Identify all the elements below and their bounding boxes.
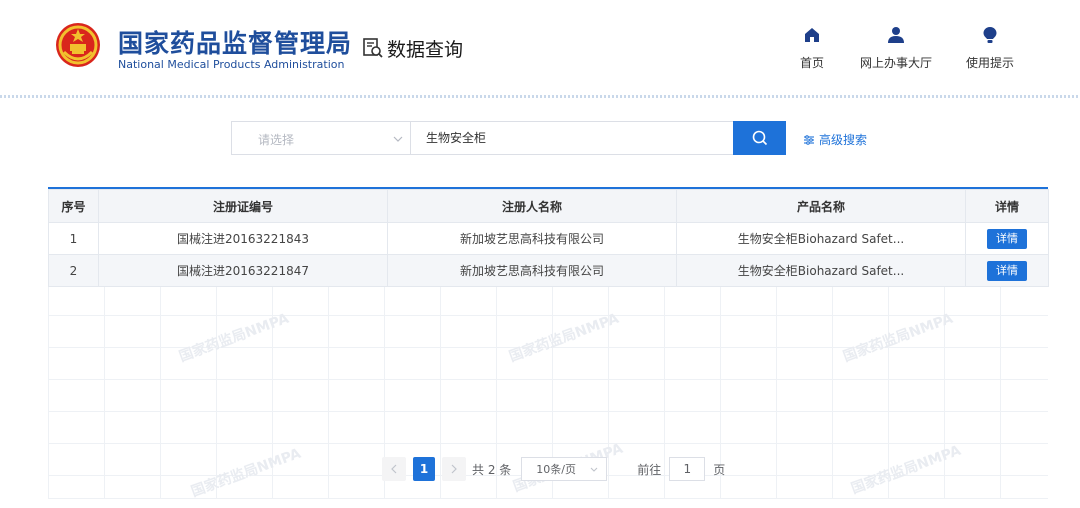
next-page-button[interactable] [442,457,466,481]
home-icon [805,28,819,42]
detail-button[interactable]: 详情 [987,260,1027,281]
detail-button[interactable]: 详情 [987,228,1027,249]
watermark: 国家药监局NMPA [849,442,964,498]
national-emblem-icon [56,23,100,67]
chevron-right-icon [451,464,457,474]
cell-detail: 详情 [965,222,1049,255]
nav-usage-tips[interactable]: 使用提示 [945,26,1035,71]
org-name-en: National Medical Products Administration [118,58,345,71]
column-header-index: 序号 [48,189,99,223]
cell-product: 生物安全柜Biohazard Safet... [676,222,966,255]
watermark: 国家药监局NMPA [189,445,304,501]
chevron-left-icon [391,464,397,474]
table-header-row: 序号 注册证编号 注册人名称 产品名称 详情 [48,189,1049,223]
category-select[interactable]: 请选择 [231,121,411,155]
column-header-reg-no: 注册证编号 [98,189,388,223]
org-name-cn: 国家药品监督管理局 [118,29,353,58]
site-header: 国家药品监督管理局 National Medical Products Admi… [0,0,1080,96]
cell-product: 生物安全柜Biohazard Safet... [676,254,966,287]
nav-home-label: 首页 [799,56,824,70]
filter-sliders-icon [804,134,814,145]
column-header-product: 产品名称 [676,189,966,223]
search-button[interactable] [733,121,786,155]
advanced-search-label: 高级搜索 [819,133,868,147]
results-table: 序号 注册证编号 注册人名称 产品名称 详情 1 国械注进20163221843… [48,189,1049,287]
table-row: 2 国械注进20163221847 新加坡艺思高科技有限公司 生物安全柜Bioh… [48,254,1049,287]
advanced-search-link[interactable]: 高级搜索 [803,131,867,148]
page-size-select[interactable]: 10条/页 [521,457,608,481]
goto-label: 前往 [637,462,662,477]
watermark: 国家药监局NMPA [177,310,292,366]
cell-registrant: 新加坡艺思高科技有限公司 [387,222,677,255]
column-header-registrant: 注册人名称 [387,189,677,223]
search-input[interactable]: 生物安全柜 [410,121,734,155]
watermark: 国家药监局NMPA [841,310,956,366]
cell-reg-no: 国械注进20163221843 [98,222,388,255]
nav-online-service-hall[interactable]: 网上办事大厅 [851,26,941,71]
search-icon [752,130,767,146]
nav-online-service-hall-label: 网上办事大厅 [859,56,932,70]
person-icon [888,27,904,43]
cell-index: 2 [48,254,99,287]
lightbulb-icon [983,27,997,43]
header-divider [0,95,1080,98]
cell-index: 1 [48,222,99,255]
module-title-group: 数据查询 [362,35,463,61]
nav-usage-tips-label: 使用提示 [965,56,1014,70]
cell-registrant: 新加坡艺思高科技有限公司 [387,254,677,287]
data-query-icon [363,38,383,58]
cell-reg-no: 国械注进20163221847 [98,254,388,287]
category-select-placeholder: 请选择 [258,133,295,147]
goto-page-input[interactable]: 1 [669,457,706,481]
pagination: 1 共 2 条 10条/页 前往 1 页 [382,457,725,481]
nav-home[interactable]: 首页 [767,26,857,71]
watermark: 国家药监局NMPA [507,310,622,366]
prev-page-button[interactable] [382,457,406,481]
column-header-detail: 详情 [965,189,1049,223]
cell-detail: 详情 [965,254,1049,287]
page-size-value: 10条/页 [536,463,576,476]
module-title: 数据查询 [387,38,464,61]
page-suffix: 页 [713,462,726,477]
page-number-current[interactable]: 1 [413,457,435,481]
chevron-down-icon [590,467,598,472]
chevron-down-icon [393,136,403,142]
table-row: 1 国械注进20163221843 新加坡艺思高科技有限公司 生物安全柜Bioh… [48,222,1049,255]
total-count: 共 2 条 [472,462,512,477]
results-table-panel: 国家药监局NMPA 国家药监局NMPA 国家药监局NMPA 国家药监局NMPA … [48,187,1049,501]
